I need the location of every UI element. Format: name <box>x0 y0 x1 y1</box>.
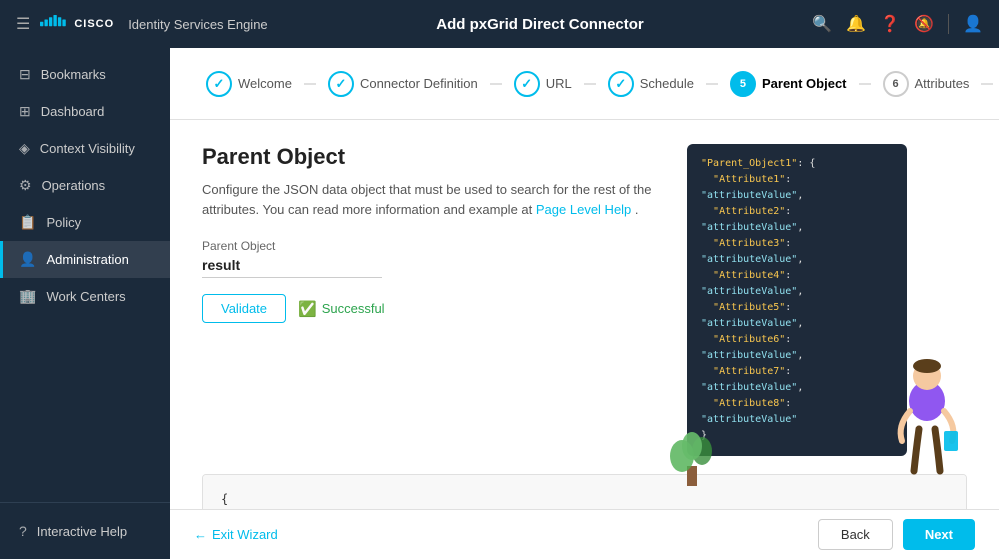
sidebar-label-dashboard: Dashboard <box>41 104 105 119</box>
top-nav: ☰ CISCO Identity Services Engine Add pxG… <box>0 0 999 48</box>
sidebar-label-administration: Administration <box>46 252 128 267</box>
step-label-attributes: Attributes <box>915 76 970 91</box>
app-name: Identity Services Engine <box>128 17 267 32</box>
main-content: ✓ Welcome ✓ Connector Definition ✓ URL ✓… <box>170 48 999 559</box>
step-connector-2 <box>490 83 502 85</box>
operations-icon: ⚙ <box>19 177 32 194</box>
footer-nav-buttons: Back Next <box>818 519 975 550</box>
sidebar-label-policy: Policy <box>46 215 81 230</box>
step-attributes[interactable]: 6 Attributes <box>871 71 982 97</box>
step-connector-1 <box>304 83 316 85</box>
page-title: Add pxGrid Direct Connector <box>268 16 813 33</box>
step-identifiers[interactable]: 7 Identifiers <box>993 71 999 97</box>
back-button[interactable]: Back <box>818 519 893 550</box>
cisco-logo: CISCO <box>40 15 114 33</box>
footer: ← Exit Wizard Back Next <box>170 509 999 559</box>
top-nav-actions: 🔍 🔔 ❓ 🔕 👤 <box>812 14 983 34</box>
exit-wizard-button[interactable]: ← Exit Wizard <box>194 527 278 542</box>
step-label-schedule: Schedule <box>640 76 694 91</box>
menu-icon[interactable]: ☰ <box>16 14 30 34</box>
step-label-parent: Parent Object <box>762 76 847 91</box>
step-parent-object[interactable]: 5 Parent Object <box>718 71 859 97</box>
page-heading: Parent Object <box>202 144 655 170</box>
nav-divider <box>948 14 949 34</box>
illustration-plant <box>667 426 717 486</box>
exit-wizard-icon: ← <box>194 527 207 542</box>
code-block[interactable]: { "asset": "Unknown", "asset_tag": "", "… <box>202 474 967 509</box>
alarm-icon[interactable]: 🔕 <box>914 14 934 34</box>
page-level-help-link[interactable]: Page Level Help <box>536 202 631 217</box>
step-circle-1: ✓ <box>206 71 232 97</box>
field-value-parent-object: result <box>202 257 382 278</box>
step-circle-3: ✓ <box>514 71 540 97</box>
step-welcome[interactable]: ✓ Welcome <box>194 71 304 97</box>
exit-wizard-label: Exit Wizard <box>212 527 278 542</box>
sidebar-item-dashboard[interactable]: ⊞ Dashboard <box>0 93 170 130</box>
sidebar-item-context-visibility[interactable]: ◈ Context Visibility <box>0 130 170 167</box>
validation-status-text: Successful <box>322 301 385 316</box>
work-centers-icon: 🏢 <box>19 288 36 305</box>
bookmarks-icon: ⊟ <box>19 66 31 83</box>
validate-button[interactable]: Validate <box>202 294 286 323</box>
sidebar-item-operations[interactable]: ⚙ Operations <box>0 167 170 204</box>
bell-icon[interactable]: 🔔 <box>846 14 866 34</box>
json-illustration: "Parent_Object1": { "Attribute1": "attri… <box>687 144 967 456</box>
interactive-help-icon: ? <box>19 523 27 539</box>
sidebar-item-administration[interactable]: 👤 Administration <box>0 241 170 278</box>
validate-row: Validate ✅ Successful <box>202 294 655 323</box>
step-connector-4 <box>706 83 718 85</box>
sidebar-item-interactive-help[interactable]: ? Interactive Help <box>0 513 170 549</box>
step-circle-4: ✓ <box>608 71 634 97</box>
step-label-url: URL <box>546 76 572 91</box>
success-icon: ✅ <box>298 300 317 318</box>
sidebar-label-help: Interactive Help <box>37 524 127 539</box>
step-connector-5 <box>859 83 871 85</box>
step-circle-6: 6 <box>883 71 909 97</box>
user-icon[interactable]: 👤 <box>963 14 983 34</box>
page-content-area: Parent Object Configure the JSON data ob… <box>170 120 999 509</box>
step-connector-3 <box>584 83 596 85</box>
dashboard-icon: ⊞ <box>19 103 31 120</box>
step-label-connector: Connector Definition <box>360 76 478 91</box>
step-circle-2: ✓ <box>328 71 354 97</box>
cisco-text: CISCO <box>74 18 114 30</box>
illustration-person <box>872 356 982 486</box>
step-url[interactable]: ✓ URL <box>502 71 584 97</box>
sidebar-label-operations: Operations <box>42 178 106 193</box>
sidebar-item-bookmarks[interactable]: ⊟ Bookmarks <box>0 56 170 93</box>
sidebar-item-policy[interactable]: 📋 Policy <box>0 204 170 241</box>
sidebar-item-work-centers[interactable]: 🏢 Work Centers <box>0 278 170 315</box>
help-icon[interactable]: ❓ <box>880 14 900 34</box>
step-connector-definition[interactable]: ✓ Connector Definition <box>316 71 490 97</box>
search-icon[interactable]: 🔍 <box>812 14 832 34</box>
sidebar: ⊟ Bookmarks ⊞ Dashboard ◈ Context Visibi… <box>0 48 170 559</box>
sidebar-label-context: Context Visibility <box>40 141 135 156</box>
field-label-parent-object: Parent Object <box>202 239 655 253</box>
json-parent-key: "Parent_Object1" <box>701 158 797 169</box>
step-connector-6 <box>981 83 993 85</box>
sidebar-label-bookmarks: Bookmarks <box>41 67 106 82</box>
wizard-steps: ✓ Welcome ✓ Connector Definition ✓ URL ✓… <box>170 48 999 120</box>
context-visibility-icon: ◈ <box>19 140 30 157</box>
next-button[interactable]: Next <box>903 519 975 550</box>
page-description: Configure the JSON data object that must… <box>202 180 655 219</box>
administration-icon: 👤 <box>19 251 36 268</box>
validation-status: ✅ Successful <box>298 300 385 318</box>
step-circle-5: 5 <box>730 71 756 97</box>
step-label-welcome: Welcome <box>238 76 292 91</box>
sidebar-label-work-centers: Work Centers <box>46 289 125 304</box>
step-schedule[interactable]: ✓ Schedule <box>596 71 706 97</box>
policy-icon: 📋 <box>19 214 36 231</box>
